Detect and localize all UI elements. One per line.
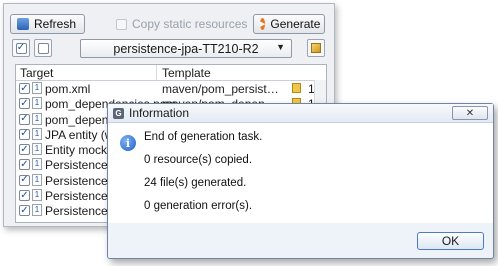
bundle-selector-value: persistence-jpa-TT210-R2: [113, 41, 259, 56]
file-icon: 1: [32, 112, 42, 125]
file-icon: 1: [32, 82, 42, 94]
dialog-titlebar: G Information: [108, 104, 493, 123]
table-row[interactable]: 1pom.xmlmaven/pom_persistence_x...1: [16, 81, 326, 96]
generate-label: Generate: [270, 17, 321, 31]
pencil-icon: [311, 43, 321, 53]
dialog-message-line: 0 generation error(s).: [144, 200, 253, 212]
select-all-button[interactable]: [12, 39, 30, 57]
column-header-target[interactable]: Target: [20, 66, 53, 80]
file-icon: 1: [32, 173, 42, 186]
copy-static-label: Copy static resources: [132, 17, 248, 31]
refresh-label: Refresh: [34, 17, 77, 31]
file-icon: 1: [32, 189, 42, 202]
close-button[interactable]: ✕: [452, 106, 488, 120]
dialog-message-line: 0 resource(s) copied.: [144, 154, 253, 166]
row-checkbox[interactable]: [19, 174, 30, 186]
row-checkbox[interactable]: [19, 205, 30, 217]
information-dialog: G Information ✕ i End of generation task…: [107, 103, 494, 259]
copy-static-checkbox[interactable]: [116, 18, 127, 30]
table-header: Target Template: [16, 65, 326, 81]
edit-template-icon[interactable]: [292, 83, 301, 93]
row-checkbox[interactable]: [19, 190, 30, 202]
copy-static-resources-option[interactable]: Copy static resources: [116, 17, 247, 31]
ok-button-label: OK: [441, 234, 460, 248]
row-template: maven/pom_persistence_x...: [162, 82, 282, 96]
dialog-message-line: 24 file(s) generated.: [144, 177, 247, 189]
row-checkbox[interactable]: [19, 144, 30, 156]
row-checkbox[interactable]: [19, 83, 30, 94]
refresh-button[interactable]: Refresh: [10, 14, 85, 34]
chevron-down-icon: ▼: [276, 42, 285, 52]
dialog-message-line: End of generation task.: [144, 131, 263, 143]
row-checkbox[interactable]: [19, 113, 30, 125]
info-icon: i: [120, 135, 136, 151]
row-checkbox[interactable]: [19, 98, 30, 110]
app-icon: G: [113, 107, 124, 119]
generate-icon: ▶: [260, 18, 266, 30]
column-separator: [156, 65, 157, 80]
row-checkbox[interactable]: [19, 159, 30, 171]
file-icon: 1: [32, 127, 42, 140]
ok-button[interactable]: OK: [417, 232, 484, 250]
file-icon: 1: [32, 158, 42, 171]
deselect-all-button[interactable]: [34, 39, 52, 57]
checkbox-checked-icon: [15, 42, 27, 54]
row-checkbox[interactable]: [19, 128, 30, 140]
refresh-icon: [17, 18, 29, 30]
file-icon: 1: [32, 97, 42, 110]
checkbox-empty-icon: [37, 42, 49, 54]
file-icon: 1: [32, 204, 42, 217]
dialog-body: i End of generation task. 0 resource(s) …: [108, 123, 493, 223]
dialog-title: Information: [129, 106, 190, 120]
bundle-selector[interactable]: persistence-jpa-TT210-R2 ▼: [80, 39, 292, 58]
row-target: pom.xml: [45, 82, 91, 96]
generate-button[interactable]: ▶ Generate: [253, 14, 325, 34]
column-header-template[interactable]: Template: [162, 66, 211, 80]
close-icon: ✕: [465, 107, 475, 119]
file-icon: 1: [32, 143, 42, 156]
edit-bundle-button[interactable]: [307, 39, 325, 57]
